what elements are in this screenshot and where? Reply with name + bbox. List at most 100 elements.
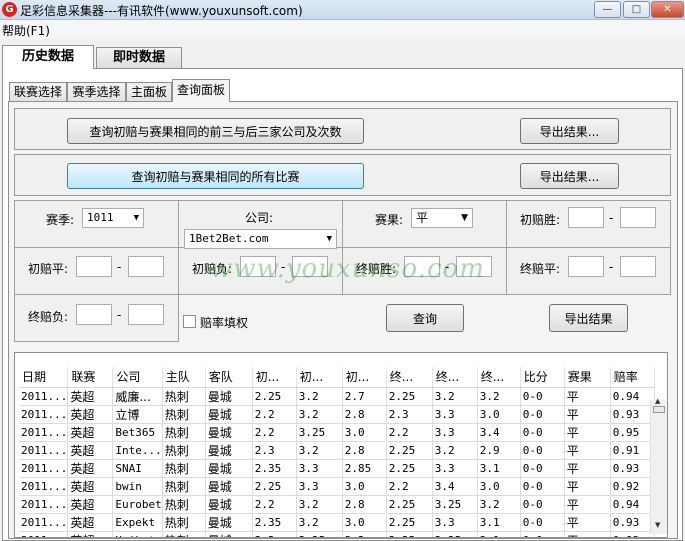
table-row[interactable]: 2011... 英超 Inte... 热刺 曼城 2.3 3.2 2.8 2.25 3.2 2.9 0…: [19, 441, 655, 460]
table-cell: 2011...: [19, 531, 69, 537]
company-select[interactable]: 1Bet2Bet.com ▼: [184, 229, 337, 249]
table-row[interactable]: 2011... 英超 Expekt 热刺 曼城 2.35 3.2 3.0 2.25 3.3 3.1 0…: [19, 513, 655, 532]
column-header[interactable]: 终...: [477, 367, 521, 388]
table-cell: 0.93: [610, 459, 655, 478]
table-cell: 2.9: [477, 441, 521, 460]
table-row[interactable]: 2011... 英超 Bet365 热刺 曼城 2.2 3.25 3.0 2.2 3.3 3.4 0-…: [19, 423, 655, 442]
table-cell: 0-0: [520, 459, 565, 478]
query-button[interactable]: 查询: [386, 304, 464, 332]
table-row[interactable]: 2011... 英超 立博 热刺 曼城 2.2 3.2 2.8 2.3 3.3 3.0 0-0 平 0.9…: [19, 405, 655, 424]
table-row[interactable]: 2011...英超Unibet热刺曼城2.23.253.22.253.253.1…: [19, 531, 655, 537]
table-cell: 曼城: [205, 531, 253, 537]
init-draw-label: 初赔平:: [28, 262, 69, 276]
column-header[interactable]: 比分: [520, 367, 565, 388]
table-cell: 英超: [67, 513, 114, 532]
result-select[interactable]: 平 ▼: [411, 208, 473, 228]
column-header[interactable]: 联赛: [67, 367, 114, 388]
table-cell: 平: [564, 423, 611, 442]
range-separator: -: [117, 308, 122, 322]
table-cell: 热刺: [162, 477, 206, 496]
table-cell: 3.2: [342, 531, 387, 537]
season-select[interactable]: 1011 ▼: [82, 208, 144, 228]
table-cell: 英超: [67, 495, 114, 514]
query-all-matches-button[interactable]: 查询初赔与赛果相同的所有比赛: [67, 163, 364, 189]
odds-fill-checkbox[interactable]: [183, 315, 196, 328]
column-header[interactable]: 初...: [342, 367, 387, 388]
table-cell: 2.2: [386, 423, 433, 442]
final-draw-min-input[interactable]: [568, 256, 604, 277]
scroll-thumb[interactable]: [653, 406, 665, 413]
table-cell: Expekt: [112, 513, 163, 532]
scroll-down-icon[interactable]: ▼: [655, 521, 660, 529]
table-cell: 2.25: [252, 387, 297, 406]
tab-realtime-data[interactable]: 即时数据: [96, 47, 182, 69]
table-cell: 热刺: [162, 441, 206, 460]
tab-history-data[interactable]: 历史数据: [2, 45, 94, 69]
final-lose-max-input[interactable]: [128, 304, 164, 325]
tab-main-board[interactable]: 主面板: [126, 82, 172, 102]
table-cell: 平: [564, 495, 611, 514]
vertical-scrollbar[interactable]: ▲ ▼: [650, 397, 667, 534]
table-cell: 0-0: [520, 423, 565, 442]
tab-query-board[interactable]: 查询面板: [172, 79, 230, 102]
table-cell: 2.7: [342, 387, 387, 406]
column-header[interactable]: 客队: [205, 367, 253, 388]
table-cell: 曼城: [205, 405, 253, 424]
column-header[interactable]: 初...: [252, 367, 297, 388]
result-label: 赛果:: [375, 213, 404, 227]
table-cell: 2011...: [19, 459, 69, 478]
tab-season-select[interactable]: 赛季选择: [67, 82, 126, 102]
table-cell: 威廉...: [112, 387, 163, 406]
init-win-min-input[interactable]: [568, 207, 604, 228]
final-draw-label: 终赔平:: [520, 262, 561, 276]
table-cell: 曼城: [205, 441, 253, 460]
column-header[interactable]: 公司: [112, 367, 163, 388]
export-top3-button[interactable]: 导出结果...: [520, 118, 619, 144]
season-label: 赛季:: [46, 213, 75, 227]
init-draw-min-input[interactable]: [76, 256, 112, 277]
column-header[interactable]: 日期: [19, 367, 69, 388]
column-header[interactable]: 主队: [162, 367, 206, 388]
scroll-up-icon[interactable]: ▲: [655, 397, 660, 405]
odds-fill-label: 赔率填权: [200, 316, 249, 330]
maximize-button[interactable]: □: [623, 1, 650, 18]
company-value: 1Bet2Bet.com: [189, 232, 269, 245]
init-draw-max-input[interactable]: [128, 256, 164, 277]
final-lose-min-input[interactable]: [76, 304, 112, 325]
table-cell: 3.25: [432, 495, 478, 514]
export-results-button[interactable]: 导出结果: [549, 304, 628, 332]
final-draw-max-input[interactable]: [620, 256, 656, 277]
table-row[interactable]: 2011... 英超 威廉... 热刺 曼城 2.25 3.2 2.7 2.25 3.2 3.2 0-…: [19, 387, 655, 406]
table-cell: 2.35: [252, 459, 297, 478]
table-row[interactable]: 2011... 英超 bwin 热刺 曼城 2.25 3.3 3.0 2.2 3.4 3.0 0-0 平…: [19, 477, 655, 496]
table-cell: 2.2: [386, 477, 433, 496]
table-cell: 3.1: [477, 531, 521, 537]
table-cell: 2.25: [386, 513, 433, 532]
table-cell: 0-0: [520, 477, 565, 496]
init-win-label: 初赔胜:: [520, 213, 561, 227]
tab-league-select[interactable]: 联赛选择: [9, 82, 67, 102]
close-button[interactable]: ✕: [651, 1, 684, 18]
query-top3-button[interactable]: 查询初赔与赛果相同的前三与后三家公司及次数: [67, 118, 364, 144]
table-cell: 3.2: [296, 387, 343, 406]
table-cell: 2.2: [252, 495, 297, 514]
table-cell: 热刺: [162, 405, 206, 424]
company-label: 公司:: [245, 211, 274, 225]
table-row[interactable]: 2011... 英超 Eurobet 热刺 曼城 2.2 3.2 2.8 2.25 3.25 3.2…: [19, 495, 655, 514]
column-header[interactable]: 赛果: [564, 367, 611, 388]
column-header[interactable]: 赔率: [610, 367, 655, 388]
table-cell: 曼城: [205, 477, 253, 496]
table-cell: 3.25: [296, 423, 343, 442]
minimize-button[interactable]: —: [594, 1, 621, 18]
column-header[interactable]: 初...: [296, 367, 343, 388]
menu-help[interactable]: 帮助(F1): [2, 22, 50, 39]
column-header[interactable]: 终...: [386, 367, 433, 388]
init-win-max-input[interactable]: [620, 207, 656, 228]
table-cell: bwin: [112, 477, 163, 496]
table-row[interactable]: 2011... 英超 SNAI 热刺 曼城 2.35 3.3 2.85 2.25 3.3 3.1 0-…: [19, 459, 655, 478]
export-all-matches-button[interactable]: 导出结果...: [520, 163, 619, 189]
table-cell: 2.3: [386, 405, 433, 424]
results-table: 日期 联赛 公司 主队 客队 初... 初... 初... 终... 终... 终... 比分 赛果 赔率…: [19, 367, 655, 537]
table-cell: 平: [564, 441, 611, 460]
column-header[interactable]: 终...: [432, 367, 478, 388]
